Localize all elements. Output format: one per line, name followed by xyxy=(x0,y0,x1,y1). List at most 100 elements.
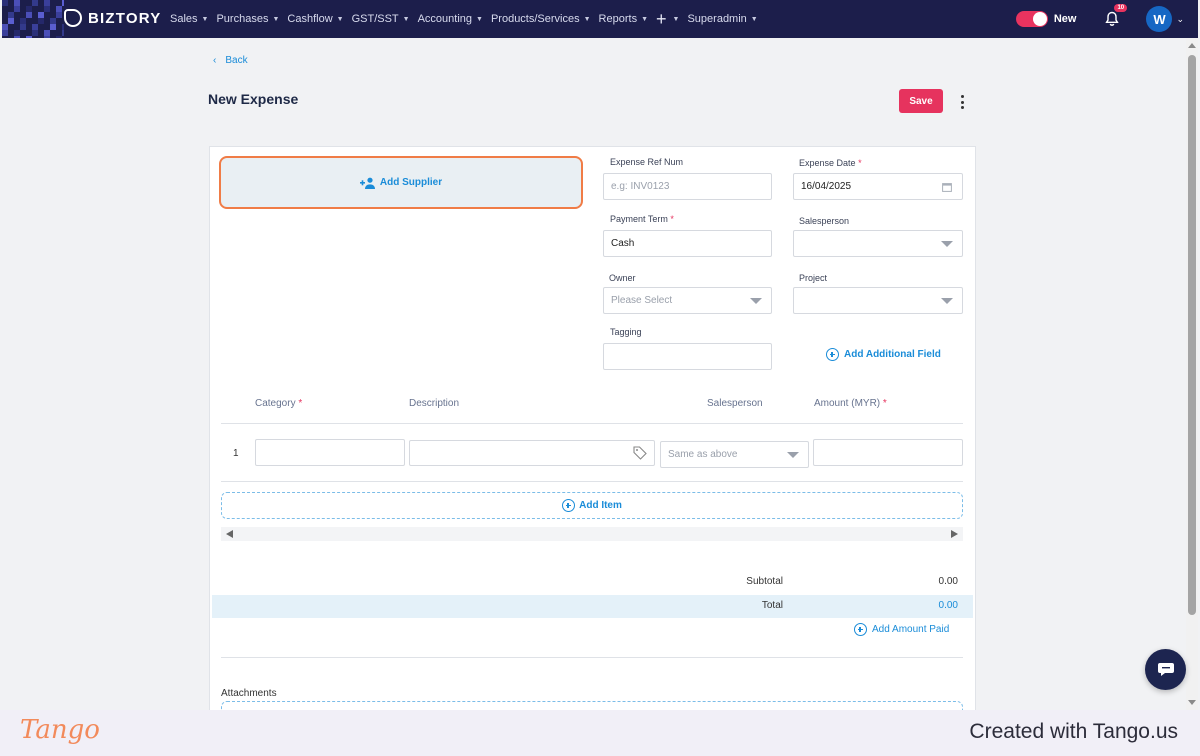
user-avatar[interactable]: W xyxy=(1146,6,1173,32)
description-input[interactable] xyxy=(409,440,655,466)
total-value: 0.00 xyxy=(938,600,958,611)
tagging-label: Tagging xyxy=(610,327,642,337)
back-link[interactable]: ‹ Back xyxy=(213,55,248,66)
add-person-icon xyxy=(359,177,375,189)
owner-select[interactable]: Please Select xyxy=(603,287,772,314)
dropdown-arrow-icon xyxy=(941,298,953,304)
project-select[interactable] xyxy=(793,287,963,314)
pixel-tile xyxy=(62,30,64,36)
pixel-tile xyxy=(44,36,50,38)
pixel-tile xyxy=(32,30,38,36)
add-supplier-button[interactable]: Add Supplier xyxy=(219,156,583,209)
pixel-tile xyxy=(44,6,50,12)
calendar-icon[interactable] xyxy=(942,182,952,192)
chat-icon xyxy=(1157,663,1174,676)
new-ui-toggle[interactable] xyxy=(1015,11,1048,27)
menu-superadmin[interactable]: Superadmin ▼ xyxy=(687,13,757,25)
expense-ref-input[interactable]: e.g: INV0123 xyxy=(603,173,772,200)
payment-term-input[interactable]: Cash xyxy=(603,230,772,257)
salesperson-select[interactable] xyxy=(793,230,963,257)
add-amount-paid-button[interactable]: Add Amount Paid xyxy=(854,623,949,636)
tango-logo: Tango xyxy=(20,715,100,745)
expense-date-input[interactable]: 16/04/2025 xyxy=(793,173,963,200)
caret-down-icon: ▼ xyxy=(641,15,649,23)
pixel-tile xyxy=(56,36,62,38)
table-horizontal-scrollbar[interactable] xyxy=(221,527,963,541)
dropdown-arrow-icon xyxy=(787,452,799,458)
scroll-right-arrow-icon[interactable] xyxy=(951,530,958,538)
caret-down-icon: ▼ xyxy=(402,15,410,23)
menu-cashflow[interactable]: Cashflow ▼ xyxy=(287,13,343,25)
add-supplier-label: Add Supplier xyxy=(379,177,443,188)
scroll-thumb[interactable] xyxy=(1188,55,1196,615)
pixel-tile xyxy=(2,0,8,6)
caret-down-icon: ▼ xyxy=(272,15,280,23)
add-item-button[interactable]: Add Item xyxy=(221,492,963,519)
menu-purchases[interactable]: Purchases ▼ xyxy=(216,13,279,25)
scroll-up-arrow-icon[interactable] xyxy=(1188,43,1196,48)
brand-pixel-pattern xyxy=(2,0,64,38)
back-label: Back xyxy=(225,55,248,66)
top-nav: BIZTORY Sales ▼ Purchases ▼ Cashflow ▼ GST/… xyxy=(2,0,1198,38)
menu-gst-sst[interactable]: GST/SST ▼ xyxy=(352,13,410,25)
tagging-input[interactable] xyxy=(603,343,772,370)
table-header-divider xyxy=(221,423,963,424)
caret-down-icon: ▼ xyxy=(336,15,344,23)
toggle-label: New xyxy=(1053,13,1077,25)
bell-icon xyxy=(1105,11,1120,26)
tango-footer: Tango Created with Tango.us xyxy=(0,710,1200,756)
caret-down-icon: ▼ xyxy=(750,15,758,23)
subtotal-label: Subtotal xyxy=(746,576,783,587)
pixel-tile xyxy=(26,36,32,38)
biztory-logo-icon xyxy=(64,9,82,27)
page-title: New Expense xyxy=(208,91,299,107)
row-salesperson-select[interactable]: Same as above xyxy=(660,441,809,468)
brand-logo[interactable]: BIZTORY xyxy=(64,9,161,27)
pixel-tile xyxy=(14,6,20,12)
pixel-tile xyxy=(14,36,20,38)
caret-down-icon: ▼ xyxy=(672,15,680,23)
chat-button[interactable] xyxy=(1145,649,1186,690)
scroll-down-arrow-icon[interactable] xyxy=(1188,700,1196,705)
save-button[interactable]: Save xyxy=(899,89,943,113)
dropdown-arrow-icon xyxy=(941,241,953,247)
section-divider xyxy=(221,657,963,658)
tango-credit: Created with Tango.us xyxy=(969,720,1178,743)
plus-circle-icon xyxy=(854,623,867,636)
more-options-icon[interactable] xyxy=(958,95,966,109)
menu-quick-create[interactable]: + ▼ xyxy=(656,10,679,28)
attachments-label: Attachments xyxy=(221,688,277,699)
main-menu: Sales ▼ Purchases ▼ Cashflow ▼ GST/SST ▼ Acc… xyxy=(170,0,766,38)
pixel-tile xyxy=(32,0,38,6)
pixel-tile xyxy=(56,12,62,18)
owner-label: Owner xyxy=(609,273,636,283)
menu-reports[interactable]: Reports ▼ xyxy=(599,13,648,25)
add-additional-field-button[interactable]: Add Additional Field xyxy=(826,348,941,361)
scroll-left-arrow-icon[interactable] xyxy=(226,530,233,538)
pixel-tile xyxy=(8,18,14,24)
total-label: Total xyxy=(761,600,783,611)
total-row xyxy=(212,595,973,618)
category-input[interactable] xyxy=(255,439,405,466)
pixel-tile xyxy=(2,30,8,36)
row-divider xyxy=(221,481,963,482)
row-number: 1 xyxy=(233,448,239,459)
notification-badge: 10 xyxy=(1114,4,1128,12)
menu-products-services[interactable]: Products/Services ▼ xyxy=(491,13,591,25)
add-item-label: Add Item xyxy=(579,500,622,511)
caret-down-icon: ▼ xyxy=(583,15,591,23)
amount-input[interactable] xyxy=(813,439,963,466)
caret-down-icon: ▼ xyxy=(201,15,209,23)
pixel-tile xyxy=(20,24,26,30)
salesperson-label: Salesperson xyxy=(799,216,850,226)
tag-icon[interactable] xyxy=(633,446,647,460)
pixel-tile xyxy=(50,24,56,30)
expense-date-label: Expense Date * xyxy=(799,158,862,168)
chevron-down-icon[interactable]: ⌄ xyxy=(1176,14,1184,25)
notifications-button[interactable]: 10 xyxy=(1104,4,1128,27)
menu-accounting[interactable]: Accounting ▼ xyxy=(418,13,483,25)
payment-term-label: Payment Term * xyxy=(610,214,674,224)
menu-sales[interactable]: Sales ▼ xyxy=(170,13,208,25)
chevron-left-icon: ‹ xyxy=(213,55,217,66)
page-scrollbar[interactable] xyxy=(1186,38,1198,710)
